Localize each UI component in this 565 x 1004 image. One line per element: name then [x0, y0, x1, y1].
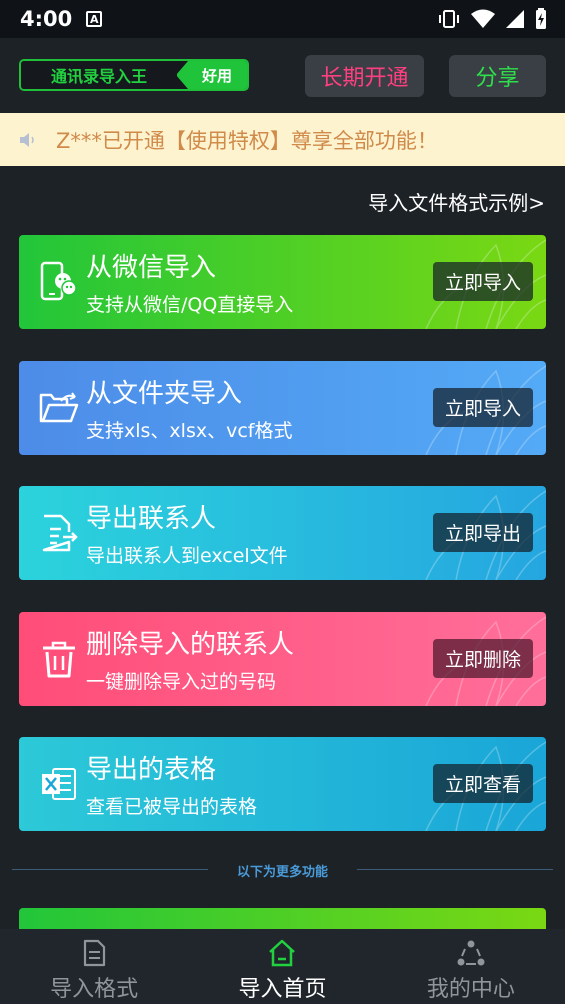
card-subtitle: 一键删除导入过的号码: [86, 671, 277, 693]
nav-label: 我的中心: [426, 977, 515, 1002]
notification-a-icon: A: [86, 11, 103, 27]
share-nodes-icon: [457, 940, 485, 966]
vibrate-icon: [439, 10, 459, 28]
card-exported-sheets[interactable]: 导出的表格 查看已被导出的表格 立即查看: [19, 737, 546, 831]
card-title: 删除导入的联系人: [86, 630, 295, 660]
card-folder-import[interactable]: 从文件夹导入 支持xls、xlsx、vcf格式 立即导入: [19, 361, 546, 455]
excel-icon: [42, 768, 76, 800]
card-title: 从微信导入: [86, 253, 217, 283]
card-title: 导出的表格: [86, 755, 217, 785]
status-bar: 4:00 A: [0, 0, 565, 38]
signal-icon: [506, 10, 524, 28]
delete-now-button[interactable]: 立即删除: [432, 639, 533, 678]
card-subtitle: 导出联系人到excel文件: [86, 545, 288, 567]
card-export-contacts[interactable]: 导出联系人 导出联系人到excel文件 立即导出: [19, 486, 546, 580]
card-subtitle: 支持从微信/QQ直接导入: [86, 294, 294, 316]
wechat-phone-icon: [40, 261, 77, 301]
share-button[interactable]: 分享: [449, 55, 546, 97]
nav-label: 导入首页: [238, 977, 327, 1002]
folder-open-icon: [39, 392, 79, 423]
battery-icon: [536, 8, 546, 29]
nav-my-center[interactable]: 我的中心: [377, 929, 565, 1004]
document-icon: [84, 939, 106, 967]
app-tag: 好用: [176, 61, 247, 89]
card-delete-imported[interactable]: 删除导入的联系人 一键删除导入过的号码 立即删除: [19, 612, 546, 706]
card-title: 从文件夹导入: [86, 379, 243, 409]
export-now-button[interactable]: 立即导出: [432, 513, 533, 552]
wifi-icon: [471, 9, 495, 28]
card-subtitle: 查看已被导出的表格: [86, 796, 258, 818]
file-export-icon: [42, 514, 78, 552]
app-name: 通讯录导入王: [21, 61, 177, 89]
app-brand-badge: 通讯录导入王 好用: [19, 59, 249, 91]
card-wechat-import[interactable]: 从微信导入 支持从微信/QQ直接导入 立即导入: [19, 235, 546, 329]
card-title: 导出联系人: [86, 504, 217, 534]
notice-banner: Z***已开通【使用特权】尊享全部功能！: [0, 113, 565, 166]
notice-text: Z***已开通【使用特权】尊享全部功能！: [56, 128, 438, 153]
nav-import-home[interactable]: 导入首页: [188, 929, 376, 1004]
status-time: 4:00: [20, 7, 73, 31]
home-icon: [269, 939, 296, 967]
import-now-button[interactable]: 立即导入: [432, 262, 533, 301]
view-now-button[interactable]: 立即查看: [432, 764, 533, 803]
import-now-button[interactable]: 立即导入: [432, 388, 533, 427]
more-features-text: 以下为更多功能: [222, 865, 342, 880]
card-subtitle: 支持xls、xlsx、vcf格式: [86, 420, 293, 442]
trash-icon: [43, 641, 75, 678]
nav-label: 导入格式: [50, 977, 139, 1002]
nav-import-format[interactable]: 导入格式: [0, 929, 188, 1004]
more-features-label: 以下为更多功能: [0, 861, 565, 880]
app-header: 通讯录导入王 好用 长期开通 分享: [0, 38, 565, 113]
vip-subscribe-button[interactable]: 长期开通: [305, 55, 424, 97]
speaker-icon: [20, 132, 34, 147]
bottom-navigation: 导入格式 导入首页 我的中心: [0, 929, 565, 1004]
import-format-example-link[interactable]: 导入文件格式示例>: [368, 187, 545, 216]
